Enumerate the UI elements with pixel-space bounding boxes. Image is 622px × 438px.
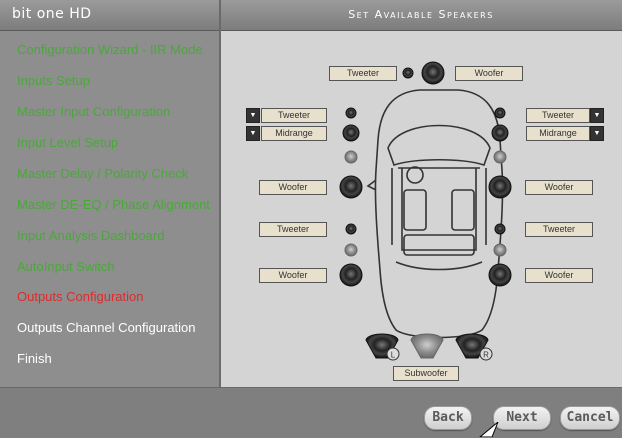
car-outline — [366, 89, 512, 339]
rear-left-woofer-label[interactable]: Woofer — [259, 268, 327, 283]
rear-right-tweeter-icon — [494, 223, 506, 235]
front-right-tweeter-label[interactable]: Tweeter — [526, 108, 590, 123]
sub-right-marker: R — [483, 351, 489, 360]
front-left-woofer-label[interactable]: Woofer — [259, 180, 327, 195]
rear-right-tweeter-label[interactable]: Tweeter — [525, 222, 593, 237]
front-right-woofer-label[interactable]: Woofer — [525, 180, 593, 195]
front-right-midrange-dropdown-icon[interactable]: ▼ — [590, 126, 604, 141]
mouse-cursor-icon — [479, 422, 499, 437]
cancel-button[interactable]: Cancel — [560, 406, 620, 430]
center-tweeter-icon — [402, 67, 414, 79]
rear-right-aux-icon — [493, 243, 507, 257]
rear-left-woofer-icon — [339, 263, 363, 287]
front-right-midrange-label[interactable]: Midrange — [526, 126, 590, 141]
center-woofer-icon — [421, 61, 445, 85]
front-left-midrange-label[interactable]: Midrange — [261, 126, 327, 141]
rear-right-woofer-icon — [488, 263, 512, 287]
subwoofer-center-icon — [410, 333, 444, 359]
front-right-midrange-icon — [491, 124, 509, 142]
rear-right-woofer-label[interactable]: Woofer — [525, 268, 593, 283]
center-tweeter-label[interactable]: Tweeter — [329, 66, 397, 81]
front-left-tweeter-label[interactable]: Tweeter — [261, 108, 327, 123]
back-button[interactable]: Back — [424, 406, 472, 430]
subwoofer-label[interactable]: Subwoofer — [393, 366, 459, 381]
rear-left-tweeter-icon — [345, 223, 357, 235]
front-left-midrange-dropdown-icon[interactable]: ▼ — [246, 126, 260, 141]
front-right-woofer-icon — [488, 175, 512, 199]
rear-left-tweeter-label[interactable]: Tweeter — [259, 222, 327, 237]
front-left-aux-icon — [344, 150, 358, 164]
front-right-tweeter-dropdown-icon[interactable]: ▼ — [590, 108, 604, 123]
front-left-woofer-icon — [339, 175, 363, 199]
sub-left-marker: L — [391, 351, 396, 360]
center-woofer-label[interactable]: Woofer — [455, 66, 523, 81]
front-left-tweeter-icon — [345, 107, 357, 119]
front-right-aux-icon — [493, 150, 507, 164]
front-right-tweeter-icon — [494, 107, 506, 119]
front-left-midrange-icon — [342, 124, 360, 142]
rear-left-aux-icon — [344, 243, 358, 257]
front-left-tweeter-dropdown-icon[interactable]: ▼ — [246, 108, 260, 123]
car-diagram: L R — [339, 61, 512, 361]
